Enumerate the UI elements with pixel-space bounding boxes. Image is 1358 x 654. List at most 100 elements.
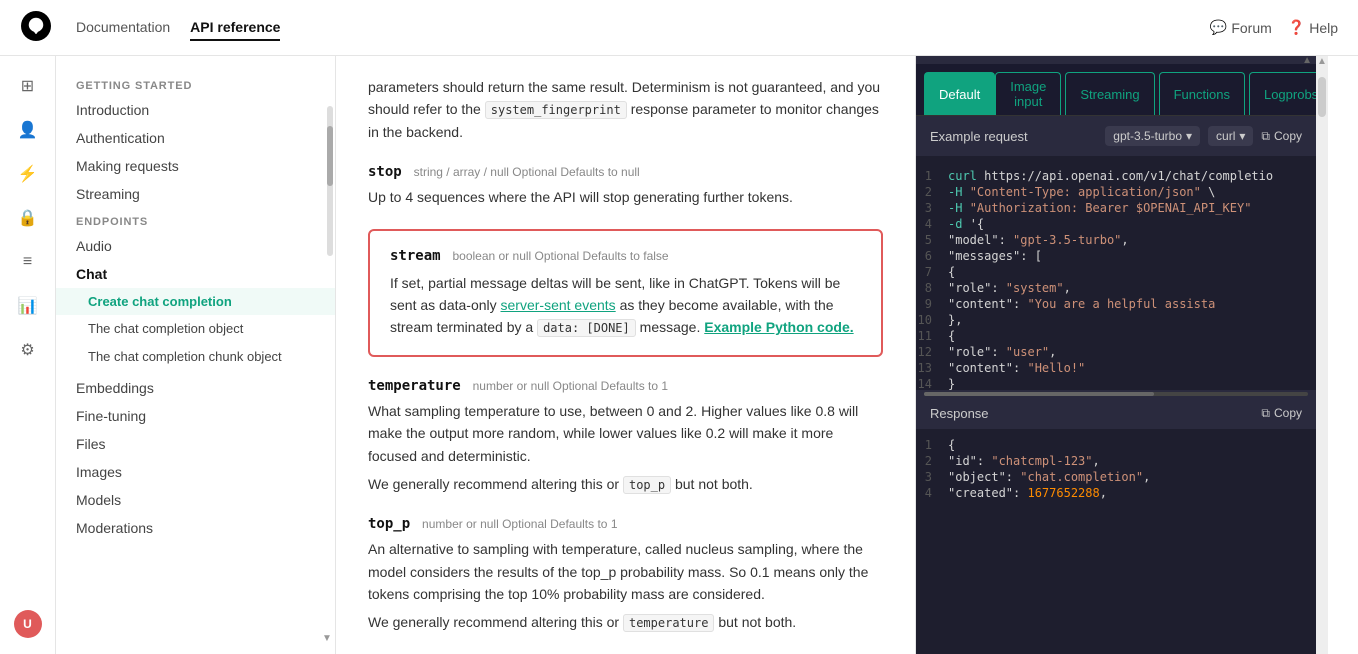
api-ref-link[interactable]: API reference — [190, 15, 280, 41]
sidebar-item-chat-completion-object[interactable]: The chat completion object — [56, 315, 335, 342]
sidebar-scrollbar[interactable] — [327, 106, 333, 256]
top-p-param-header: top_p number or null Optional Defaults t… — [368, 515, 883, 532]
top-p-param-desc2: We generally recommend altering this or … — [368, 611, 883, 633]
content-area: parameters should return the same result… — [336, 56, 1358, 654]
system-fingerprint-code: system_fingerprint — [485, 101, 627, 119]
flash-icon[interactable]: ⚡ — [10, 156, 46, 192]
gear-icon[interactable]: ⚙ — [10, 332, 46, 368]
code-line: 11 { — [916, 328, 1316, 344]
logo — [20, 10, 52, 45]
horizontal-scrollbar[interactable] — [916, 390, 1316, 398]
nav-links: Documentation API reference — [76, 15, 280, 41]
forum-link[interactable]: 💬 Forum — [1210, 19, 1272, 36]
right-scroll-up-icon: ▲ — [1317, 56, 1327, 67]
stream-param-desc: If set, partial message deltas will be s… — [390, 272, 861, 339]
server-sent-events-link[interactable]: server-sent events — [501, 297, 616, 313]
sidebar-item-making-requests[interactable]: Making requests — [56, 152, 335, 180]
sidebar-item-introduction[interactable]: Introduction — [56, 96, 335, 124]
sidebar-item-embeddings[interactable]: Embeddings — [56, 374, 335, 402]
code-line: 4 -d '{ — [916, 216, 1316, 232]
tab-default[interactable]: Default — [924, 72, 995, 115]
response-title: Response — [930, 406, 989, 421]
code-line: 1curl https://api.openai.com/v1/chat/com… — [916, 168, 1316, 184]
example-request-header: Example request gpt-3.5-turbo ▾ curl ▾ ⧉… — [916, 116, 1316, 156]
code-line: 7 { — [916, 264, 1316, 280]
stream-param-meta: boolean or null Optional Defaults to fal… — [452, 249, 668, 263]
response-header: Response ⧉ Copy — [916, 398, 1316, 429]
sidebar: GETTING STARTED Introduction Authenticat… — [56, 56, 336, 654]
endpoints-title: ENDPOINTS — [56, 208, 335, 232]
main-layout: ⊞ 👤 ⚡ 🔒 ≡ 📊 ⚙ U GETTING STARTED Introduc… — [0, 56, 1358, 654]
code-line: 10 }, — [916, 312, 1316, 328]
tab-functions[interactable]: Functions — [1159, 72, 1245, 115]
code-line: 2 -H "Content-Type: application/json" \ — [916, 184, 1316, 200]
example-request-title: Example request — [930, 129, 1028, 144]
lang-chevron-icon: ▾ — [1239, 129, 1245, 143]
list-icon[interactable]: ≡ — [10, 244, 46, 280]
example-copy-button[interactable]: ⧉ Copy — [1261, 129, 1302, 144]
code-line: 4 "created": 1677652288, — [916, 485, 1316, 501]
code-line: 13 "content": "Hello!" — [916, 360, 1316, 376]
sidebar-scroll-thumb — [327, 126, 333, 186]
sidebar-item-chat[interactable]: Chat — [56, 260, 335, 288]
code-line: 3 "object": "chat.completion", — [916, 469, 1316, 485]
sidebar-item-create-chat-completion[interactable]: Create chat completion — [56, 288, 335, 315]
stream-param-block: stream boolean or null Optional Defaults… — [368, 229, 883, 357]
user-avatar: U — [14, 610, 42, 638]
code-line: 6 "messages": [ — [916, 248, 1316, 264]
stream-param-header: stream boolean or null Optional Defaults… — [390, 247, 861, 264]
response-code: 1{2 "id": "chatcmpl-123",3 "object": "ch… — [916, 429, 1316, 654]
temperature-param-meta: number or null Optional Defaults to 1 — [473, 379, 668, 393]
temperature-param-desc2: We generally recommend altering this or … — [368, 473, 883, 495]
tabs-bar: Default Image input Streaming Functions … — [916, 64, 1316, 116]
tab-streaming[interactable]: Streaming — [1065, 72, 1154, 115]
sidebar-item-streaming[interactable]: Streaming — [56, 180, 335, 208]
help-icon: ❓ — [1288, 19, 1305, 36]
tab-image-input[interactable]: Image input — [995, 72, 1061, 115]
sidebar-item-fine-tuning[interactable]: Fine-tuning — [56, 402, 335, 430]
lang-selector[interactable]: curl ▾ — [1208, 126, 1253, 146]
stop-param-header: stop string / array / null Optional Defa… — [368, 163, 883, 180]
temperature-code: temperature — [623, 614, 714, 632]
sidebar-item-files[interactable]: Files — [56, 430, 335, 458]
temperature-param-name: temperature — [368, 378, 461, 394]
help-link[interactable]: ❓ Help — [1288, 19, 1338, 36]
sidebar-item-authentication[interactable]: Authentication — [56, 124, 335, 152]
code-line: 9 "content": "You are a helpful assista — [916, 296, 1316, 312]
doc-link[interactable]: Documentation — [76, 15, 170, 41]
code-line: 2 "id": "chatcmpl-123", — [916, 453, 1316, 469]
home-icon[interactable]: ⊞ — [10, 68, 46, 104]
sidebar-item-images[interactable]: Images — [56, 458, 335, 486]
sidebar-item-chat-completion-chunk[interactable]: The chat completion chunk object — [56, 342, 335, 374]
right-scroll-thumb — [1318, 77, 1326, 117]
right-edge-scrollbar[interactable]: ▲ — [1316, 56, 1328, 654]
lock-icon[interactable]: 🔒 — [10, 200, 46, 236]
scroll-down-icon: ▼ — [319, 633, 335, 644]
top-p-param: top_p number or null Optional Defaults t… — [368, 515, 883, 634]
chart-icon[interactable]: 📊 — [10, 288, 46, 324]
forum-icon: 💬 — [1210, 19, 1227, 36]
sidebar-item-moderations[interactable]: Moderations — [56, 514, 335, 542]
user-icon[interactable]: 👤 — [10, 112, 46, 148]
example-python-link[interactable]: Example Python code. — [704, 319, 853, 335]
top-right: 💬 Forum ❓ Help — [1210, 19, 1338, 36]
top-nav: Documentation API reference 💬 Forum ❓ He… — [0, 0, 1358, 56]
stop-param-name: stop — [368, 164, 402, 180]
right-panel: ▲ Default Image input Streaming Function… — [916, 56, 1316, 654]
avatar[interactable]: U — [10, 606, 46, 642]
response-copy-button[interactable]: ⧉ Copy — [1261, 406, 1302, 421]
intro-para: parameters should return the same result… — [368, 76, 883, 143]
code-line: 14 } — [916, 376, 1316, 390]
code-line: 1{ — [916, 437, 1316, 453]
icon-bar: ⊞ 👤 ⚡ 🔒 ≡ 📊 ⚙ U — [0, 56, 56, 654]
model-selector[interactable]: gpt-3.5-turbo ▾ — [1105, 126, 1200, 146]
top-p-param-meta: number or null Optional Defaults to 1 — [422, 517, 617, 531]
doc-content: parameters should return the same result… — [336, 56, 916, 654]
sidebar-item-audio[interactable]: Audio — [56, 232, 335, 260]
code-line: 3 -H "Authorization: Bearer $OPENAI_API_… — [916, 200, 1316, 216]
chevron-down-icon: ▾ — [1186, 129, 1192, 143]
data-done-code: data: [DONE] — [537, 319, 636, 337]
stop-param: stop string / array / null Optional Defa… — [368, 163, 883, 208]
tab-logprobs[interactable]: Logprobs — [1249, 72, 1316, 115]
sidebar-item-models[interactable]: Models — [56, 486, 335, 514]
